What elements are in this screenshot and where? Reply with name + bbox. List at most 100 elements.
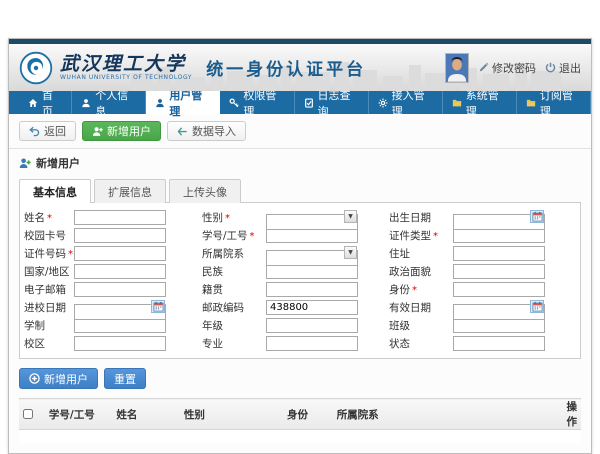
form-label: 专业 <box>202 336 266 351</box>
form-text-input[interactable] <box>74 336 166 351</box>
form-text-input[interactable] <box>266 336 358 351</box>
form-label: 电子邮箱 <box>24 282 74 297</box>
table-header-col: 身份 <box>283 399 333 430</box>
form-label: 出生日期 <box>389 210 453 225</box>
results-table: 学号/工号姓名性别身份所属院系操作 <box>19 398 581 443</box>
nav-item-access-mgmt[interactable]: 接入管理 <box>369 91 443 114</box>
form-field: 证件号码* <box>22 244 202 262</box>
user-plus-icon <box>92 126 103 137</box>
folder-icon <box>526 98 536 108</box>
log-icon <box>304 98 314 108</box>
data-import-button[interactable]: 数据导入 <box>167 121 246 141</box>
calendar-icon <box>153 301 164 312</box>
required-asterisk: * <box>433 231 438 242</box>
nav-item-label: 订阅管理 <box>540 87 581 119</box>
nav-item-label: 个人信息 <box>95 87 136 119</box>
table-header-col: 姓名 <box>112 399 179 430</box>
calendar-icon <box>532 211 543 222</box>
nav-item-profile[interactable]: 个人信息 <box>72 91 146 114</box>
university-subtitle: WUHAN UNIVERSITY OF TECHNOLOGY <box>60 74 192 81</box>
select-all-checkbox[interactable] <box>23 409 33 419</box>
form-field: 邮政编码 <box>202 298 389 316</box>
form-label: 邮政编码 <box>202 300 266 315</box>
table-header-actions: 操作 <box>563 399 582 430</box>
calendar-icon <box>532 301 543 312</box>
form-label: 证件类型* <box>389 228 453 243</box>
form-field: 性别*▼ <box>202 208 389 226</box>
form-text-input[interactable] <box>266 282 358 297</box>
table-empty-cell <box>19 430 581 443</box>
calendar-button[interactable] <box>530 210 544 223</box>
form-text-input[interactable] <box>453 336 545 351</box>
form-select[interactable]: ▼ <box>266 209 358 225</box>
form-text-input[interactable] <box>453 246 545 261</box>
form-label: 身份* <box>389 282 453 297</box>
logout-label: 退出 <box>559 60 581 76</box>
university-name: 武汉理工大学 <box>60 54 192 74</box>
form-field: 姓名* <box>22 208 202 226</box>
form-date-field[interactable] <box>453 299 545 315</box>
form-text-input[interactable] <box>453 318 545 333</box>
nav-item-user-mgmt[interactable]: 用户管理 <box>146 91 220 114</box>
nav-item-log-query[interactable]: 日志查询 <box>295 91 369 114</box>
form-text-input[interactable] <box>74 318 166 333</box>
form-text-input[interactable] <box>266 228 358 243</box>
form-text-input[interactable] <box>453 264 545 279</box>
form-label: 状态 <box>389 336 453 351</box>
back-button[interactable]: 返回 <box>19 121 76 141</box>
required-asterisk: * <box>412 285 417 296</box>
reset-label: 重置 <box>114 371 136 387</box>
form-text-input[interactable] <box>74 246 166 261</box>
form-field: 籍贯 <box>202 280 389 298</box>
arrow-left-icon <box>177 126 188 137</box>
calendar-button[interactable] <box>530 300 544 313</box>
nav-item-system-mgmt[interactable]: 系统管理 <box>443 91 517 114</box>
form-text-input[interactable] <box>266 318 358 333</box>
reset-button[interactable]: 重置 <box>104 368 146 389</box>
form-text-input[interactable] <box>74 228 166 243</box>
change-password-link[interactable]: 修改密码 <box>478 60 536 76</box>
form-text-input[interactable] <box>453 282 545 297</box>
logout-link[interactable]: 退出 <box>545 60 581 76</box>
form-label: 民族 <box>202 264 266 279</box>
form-date-field[interactable] <box>453 209 545 225</box>
form-field: 政治面貌 <box>389 262 578 280</box>
nav-item-home[interactable]: 首页 <box>19 91 72 114</box>
form-text-input[interactable] <box>453 228 545 243</box>
form-actions: 新增用户 重置 <box>19 368 581 389</box>
table-header-col: 学号/工号 <box>45 399 113 430</box>
dropdown-button[interactable]: ▼ <box>344 246 357 259</box>
form-field: 电子邮箱 <box>22 280 202 298</box>
add-user-toolbar-button[interactable]: 新增用户 <box>82 121 161 141</box>
toolbar: 返回 新增用户 数据导入 <box>19 121 581 141</box>
form-field: 进校日期 <box>22 298 202 316</box>
university-logo-icon <box>19 51 53 85</box>
form-text-input[interactable] <box>266 300 358 315</box>
tab-2[interactable]: 上传头像 <box>169 179 241 203</box>
form-text-input[interactable] <box>266 264 358 279</box>
form-text-input[interactable] <box>74 210 166 225</box>
form-label: 籍贯 <box>202 282 266 297</box>
add-user-submit-label: 新增用户 <box>44 371 88 387</box>
nav-item-permission-mgmt[interactable]: 权限管理 <box>220 91 294 114</box>
nav-item-subscription-mgmt[interactable]: 订阅管理 <box>517 91 591 114</box>
user-avatar[interactable] <box>445 53 469 83</box>
gear-icon <box>378 98 388 108</box>
form-field: 所属院系▼ <box>202 244 389 262</box>
form-label: 住址 <box>389 246 453 261</box>
required-asterisk: * <box>250 231 255 242</box>
user-icon <box>155 98 165 108</box>
form-text-input[interactable] <box>74 264 166 279</box>
form-select[interactable]: ▼ <box>266 245 358 261</box>
tab-0[interactable]: 基本信息 <box>19 179 91 203</box>
calendar-button[interactable] <box>151 300 165 313</box>
add-user-toolbar-label: 新增用户 <box>107 123 151 139</box>
form-date-field[interactable] <box>74 299 166 315</box>
dropdown-button[interactable]: ▼ <box>344 210 357 223</box>
form-text-input[interactable] <box>74 282 166 297</box>
form-field: 校区 <box>22 334 202 352</box>
power-icon <box>545 62 556 73</box>
table-header-col: 所属院系 <box>333 399 563 430</box>
add-user-submit-button[interactable]: 新增用户 <box>19 368 98 389</box>
tab-1[interactable]: 扩展信息 <box>94 179 166 203</box>
